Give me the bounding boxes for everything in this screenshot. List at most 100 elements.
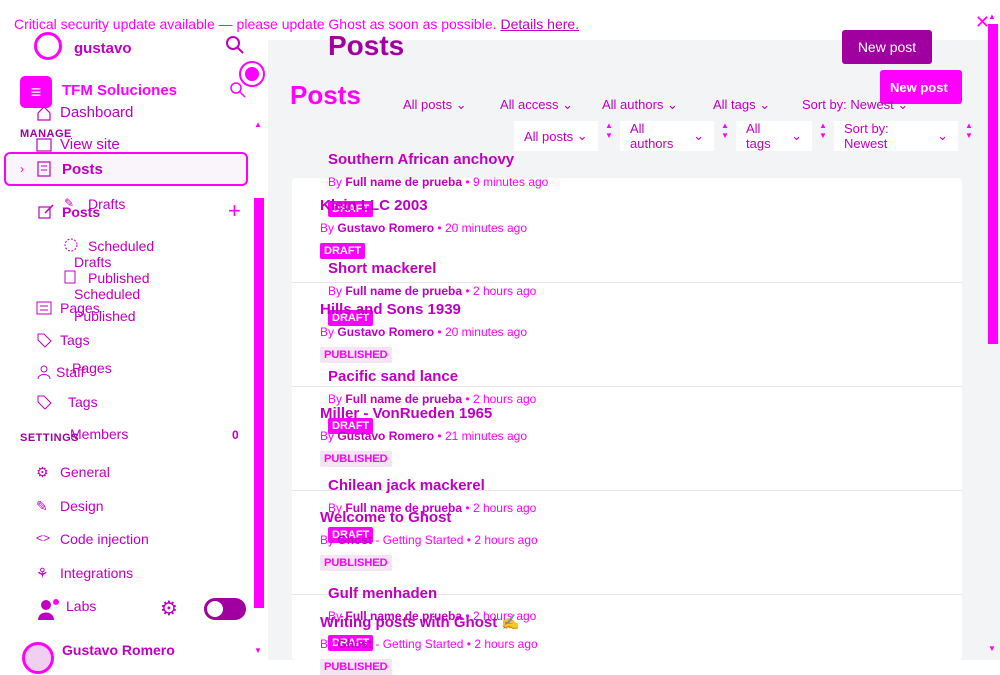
stepper-icon[interactable]: ▲ ▼ xyxy=(962,121,976,151)
page-title-back: Posts xyxy=(328,30,405,61)
sidebar-item-members[interactable]: Members xyxy=(52,426,128,442)
post-front-meta: By Gustavo Romero • 21 minutes ago xyxy=(320,429,527,443)
post-back-title[interactable]: Southern African anchovy xyxy=(328,151,514,168)
filter-all-authors[interactable]: All authors ⌄ xyxy=(620,121,714,151)
sidebar-label-integrations: Integrations xyxy=(60,565,134,581)
pen-icon: ✎ xyxy=(64,196,75,210)
post-front-meta: By Ghost - Getting Started • 2 hours ago xyxy=(320,533,538,547)
filter-all-authors-back[interactable]: All authors ⌄ xyxy=(602,97,678,113)
filter-all-access-back[interactable]: All access ⌄ xyxy=(500,97,573,113)
post-front-status-badge: PUBLISHED xyxy=(320,555,392,571)
filter-all-tags[interactable]: All tags ⌄ xyxy=(736,121,812,151)
post-front-status-badge: DRAFT xyxy=(320,243,366,259)
sidebar-item-tags-b[interactable]: Tags xyxy=(36,394,98,410)
post-back-title[interactable]: Pacific sand lance xyxy=(328,368,458,385)
sidebar-label-view-site: View site xyxy=(60,136,120,153)
settings-gear-icon[interactable]: ⚙ xyxy=(160,596,178,621)
stepper-icon[interactable]: ▲ ▼ xyxy=(816,121,830,151)
sidebar-scrollbar[interactable] xyxy=(254,198,264,608)
search-icon-2[interactable] xyxy=(230,82,246,98)
tag-icon-2 xyxy=(36,394,52,410)
search-icon[interactable] xyxy=(226,36,244,54)
sidebar-item-published-b[interactable]: Published xyxy=(74,304,136,324)
sidebar-label-drafts-a: Drafts xyxy=(88,196,126,212)
filter-bar-front: All posts ⌄ ▲ ▼ All authors ⌄ ▲ ▼ All tags… xyxy=(514,121,976,151)
sidebar-item-code-injection[interactable]: <> Code injection xyxy=(36,531,149,547)
post-front-title[interactable]: Miller - VonRueden 1965 xyxy=(320,405,492,422)
post-front-title[interactable]: Writing posts with Ghost ✍️ xyxy=(320,613,520,631)
labs-person-icon xyxy=(36,598,59,620)
page-scroll-down-icon[interactable]: ▼ xyxy=(988,644,996,653)
filter-all-posts-back[interactable]: All posts ⌄ xyxy=(403,97,467,113)
sidebar-scroll-down-icon[interactable]: ▼ xyxy=(254,646,262,655)
sidebar-item-posts[interactable]: › Posts xyxy=(4,152,248,186)
post-front-title[interactable]: Welcome to Ghost xyxy=(320,509,451,526)
sidebar-item-general[interactable]: ⚙ General xyxy=(36,464,110,480)
post-back-title[interactable]: Short mackerel xyxy=(328,260,436,277)
sidebar-label-published-b: Published xyxy=(74,308,136,324)
sidebar-label-dashboard: Dashboard xyxy=(60,104,134,121)
post-front-meta: By Ghost - Getting Started • 2 hours ago xyxy=(320,637,538,651)
post-front-title[interactable]: Hills and Sons 1939 xyxy=(320,301,461,318)
sort-back[interactable]: Sort by: Newest ⌄ xyxy=(802,97,908,113)
post-front-meta: By Gustavo Romero • 20 minutes ago xyxy=(320,325,527,339)
edit-icon xyxy=(38,204,54,220)
collapse-icon[interactable]: › xyxy=(20,162,24,176)
theme-toggle[interactable] xyxy=(204,598,246,620)
sidebar-label-design: Design xyxy=(60,498,104,514)
sidebar-label-members: Members xyxy=(70,426,129,442)
post-front-status-badge: PUBLISHED xyxy=(320,659,392,675)
stepper-icon[interactable]: ▲ ▼ xyxy=(718,121,732,151)
sidebar-label-drafts-b: Drafts xyxy=(74,254,112,270)
page-scrollbar[interactable] xyxy=(988,24,998,344)
post-front-meta: By Gustavo Romero • 20 minutes ago xyxy=(320,221,527,235)
user-name: gustavo xyxy=(74,40,132,57)
stepper-icon[interactable]: ▲ ▼ xyxy=(602,121,616,151)
post-back-title[interactable]: Gulf menhaden xyxy=(328,585,437,602)
sidebar-label-general: General xyxy=(60,464,110,480)
post-back-meta: By Full name de prueba • 2 hours ago xyxy=(328,392,537,406)
sidebar-item-dashboard[interactable]: Dashboard xyxy=(36,104,133,121)
sidebar-item-scheduled-b[interactable]: Scheduled xyxy=(74,270,140,302)
sort-dropdown[interactable]: Sort by: Newest ⌄ xyxy=(834,121,958,151)
sidebar-item-design[interactable]: ✎ Design xyxy=(36,498,104,514)
tag-icon xyxy=(36,332,52,348)
new-post-plus-icon[interactable]: + xyxy=(228,198,241,224)
post-front-status-badge: PUBLISHED xyxy=(320,451,392,467)
sidebar-item-labs[interactable]: Labs xyxy=(36,598,97,620)
sidebar-label-posts: Posts xyxy=(62,161,103,178)
sidebar-label-pages-b: Pages xyxy=(72,360,112,376)
page-title-front: Posts xyxy=(290,80,361,110)
footer-user-name[interactable]: Gustavo Romero xyxy=(62,642,175,658)
filter-all-tags-back[interactable]: All tags ⌄ xyxy=(713,97,770,113)
post-front-title[interactable]: Klein LLC 2003 xyxy=(320,197,428,214)
post-front-status-badge: PUBLISHED xyxy=(320,347,392,363)
gear-icon: ⚙ xyxy=(36,464,49,480)
sidebar-label-code-injection: Code injection xyxy=(60,531,149,547)
footer-avatar[interactable] xyxy=(22,642,54,674)
sidebar-item-tags-a[interactable]: Tags xyxy=(36,332,90,348)
window-icon xyxy=(36,137,52,153)
sidebar-item-view-site[interactable]: View site xyxy=(36,136,120,153)
sidebar-scroll-up-icon[interactable]: ▲ xyxy=(254,120,262,129)
posts-icon xyxy=(36,161,52,182)
sidebar-label-labs: Labs xyxy=(66,598,97,614)
sidebar-item-integrations[interactable]: ⚘ Integrations xyxy=(36,565,133,581)
post-back-meta: By Full name de prueba • 2 hours ago xyxy=(328,283,537,298)
site-name[interactable]: TFM Soluciones xyxy=(62,82,177,99)
post-back-title[interactable]: Chilean jack mackerel xyxy=(328,477,485,494)
sidebar-label-tags-a: Tags xyxy=(60,332,90,348)
post-back-meta: By Full name de prueba • 9 minutes ago xyxy=(328,175,549,189)
sidebar-item-drafts-b[interactable]: Drafts xyxy=(74,238,111,270)
sidebar-item-pages-b[interactable]: Pages xyxy=(72,360,112,376)
new-post-button-back[interactable]: New post xyxy=(842,30,932,64)
banner-details-link[interactable]: Details here. xyxy=(501,16,580,32)
user-avatar-icon[interactable] xyxy=(34,32,62,60)
sidebar-label-tags-b: Tags xyxy=(68,394,98,410)
filter-all-posts[interactable]: All posts ⌄ xyxy=(514,121,598,151)
code-icon: <> xyxy=(36,531,51,545)
staff-icon xyxy=(36,364,52,380)
page-scroll-up-icon[interactable]: ▲ xyxy=(988,12,996,21)
sidebar-item-drafts-a[interactable]: ✎ Drafts xyxy=(64,196,125,212)
brush-icon: ✎ xyxy=(36,498,48,514)
